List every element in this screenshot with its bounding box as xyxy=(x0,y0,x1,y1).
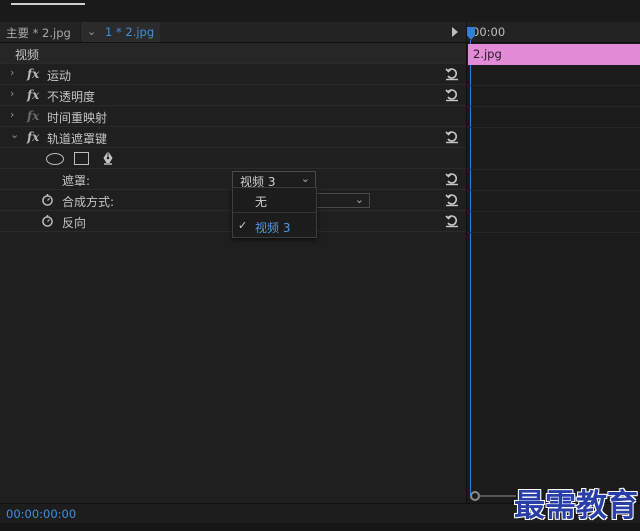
clip-name: 2.jpg xyxy=(473,47,502,61)
effect-controls-tabbar: 主要 * 2.jpg ⌄ 1 * 2.jpg xyxy=(0,22,466,43)
effect-controls-panel: 视频 › fx 运动 › fx 不透明度 › fx 时间重映射 ⌄ fx 轨道遮… xyxy=(0,43,466,503)
timeline-row-divider xyxy=(467,85,640,86)
playhead-line xyxy=(470,40,471,496)
clip-bar[interactable]: 2.jpg xyxy=(468,44,640,65)
mask-select[interactable]: 视频 3 ⌄ xyxy=(232,171,316,189)
reset-icon[interactable] xyxy=(445,214,459,228)
play-icon[interactable] xyxy=(452,27,458,37)
reverse-label: 反向 xyxy=(62,216,87,230)
timeline-row-divider xyxy=(467,211,640,212)
effect-row-track-matte-key[interactable]: ⌄ fx 轨道遮罩键 xyxy=(0,127,466,148)
effect-row-time-remap[interactable]: › fx 时间重映射 xyxy=(0,106,466,127)
reset-icon[interactable] xyxy=(445,88,459,102)
mask-label: 遮罩: xyxy=(62,174,91,188)
ruler-timecode: 00:00 xyxy=(472,25,506,39)
chevron-right-icon[interactable]: › xyxy=(10,87,14,100)
active-panel-indicator xyxy=(11,3,85,5)
tab-sequence-clip[interactable]: ⌄ 1 * 2.jpg xyxy=(80,22,160,42)
dropdown-option-label: 视频 3 xyxy=(255,221,291,235)
reset-icon[interactable] xyxy=(445,67,459,81)
pen-mask-icon[interactable] xyxy=(100,150,116,166)
effect-label: 轨道遮罩键 xyxy=(47,132,108,146)
fx-icon[interactable]: fx xyxy=(27,130,39,144)
chevron-down-icon: ⌄ xyxy=(87,25,97,38)
rectangle-mask-icon[interactable] xyxy=(74,152,89,165)
effect-label: 运动 xyxy=(47,69,72,83)
zoom-track[interactable] xyxy=(480,495,516,497)
top-panel-strip xyxy=(0,0,640,22)
reset-icon[interactable] xyxy=(445,193,459,207)
tab-sequence-clip-label: 1 * 2.jpg xyxy=(105,25,155,39)
chevron-right-icon[interactable]: › xyxy=(10,66,14,79)
mask-shape-tools xyxy=(0,148,466,169)
ellipse-mask-icon[interactable] xyxy=(46,153,64,165)
time-ruler[interactable]: 00:00 xyxy=(467,22,640,43)
check-icon: ✓ xyxy=(238,219,248,232)
chevron-right-icon[interactable]: › xyxy=(10,108,14,121)
timeline-row-divider xyxy=(467,232,640,233)
stopwatch-icon[interactable] xyxy=(41,193,54,206)
timeline-panel: 00:00 2.jpg xyxy=(466,22,640,503)
chevron-down-icon[interactable]: ⌄ xyxy=(10,128,19,141)
fx-icon[interactable]: fx xyxy=(27,109,39,123)
effect-label: 不透明度 xyxy=(47,90,96,104)
fx-icon[interactable]: fx xyxy=(27,88,39,102)
reset-icon[interactable] xyxy=(445,130,459,144)
timeline-row-divider xyxy=(467,169,640,170)
effect-row-motion[interactable]: › fx 运动 xyxy=(0,64,466,85)
watermark-logo: 最需教育 xyxy=(514,488,638,524)
reset-icon[interactable] xyxy=(445,172,459,186)
stopwatch-icon[interactable] xyxy=(41,214,54,227)
timeline-row-divider xyxy=(467,106,640,107)
composite-select[interactable]: ⌄ xyxy=(316,193,370,208)
dropdown-separator xyxy=(233,212,316,213)
mask-dropdown-menu: 无 ✓ 视频 3 xyxy=(232,187,317,238)
chevron-down-icon: ⌄ xyxy=(354,193,364,206)
chevron-down-icon: ⌄ xyxy=(300,172,310,185)
timeline-row-divider xyxy=(467,127,640,128)
dropdown-option-none[interactable]: 无 xyxy=(233,189,316,211)
section-label: 视频 xyxy=(15,48,40,62)
dropdown-option-video-3[interactable]: ✓ 视频 3 xyxy=(233,215,316,237)
effect-row-opacity[interactable]: › fx 不透明度 xyxy=(0,85,466,106)
tab-master-clip[interactable]: 主要 * 2.jpg xyxy=(6,25,71,41)
dropdown-option-label: 无 xyxy=(255,195,268,209)
zoom-handle[interactable] xyxy=(470,491,480,501)
timeline-row-divider xyxy=(467,190,640,191)
section-header-video: 视频 xyxy=(0,43,466,64)
current-timecode[interactable]: 00:00:00:00 xyxy=(6,507,76,521)
composite-label: 合成方式: xyxy=(62,195,115,209)
fx-icon[interactable]: fx xyxy=(27,67,39,81)
effect-label: 时间重映射 xyxy=(47,111,108,125)
